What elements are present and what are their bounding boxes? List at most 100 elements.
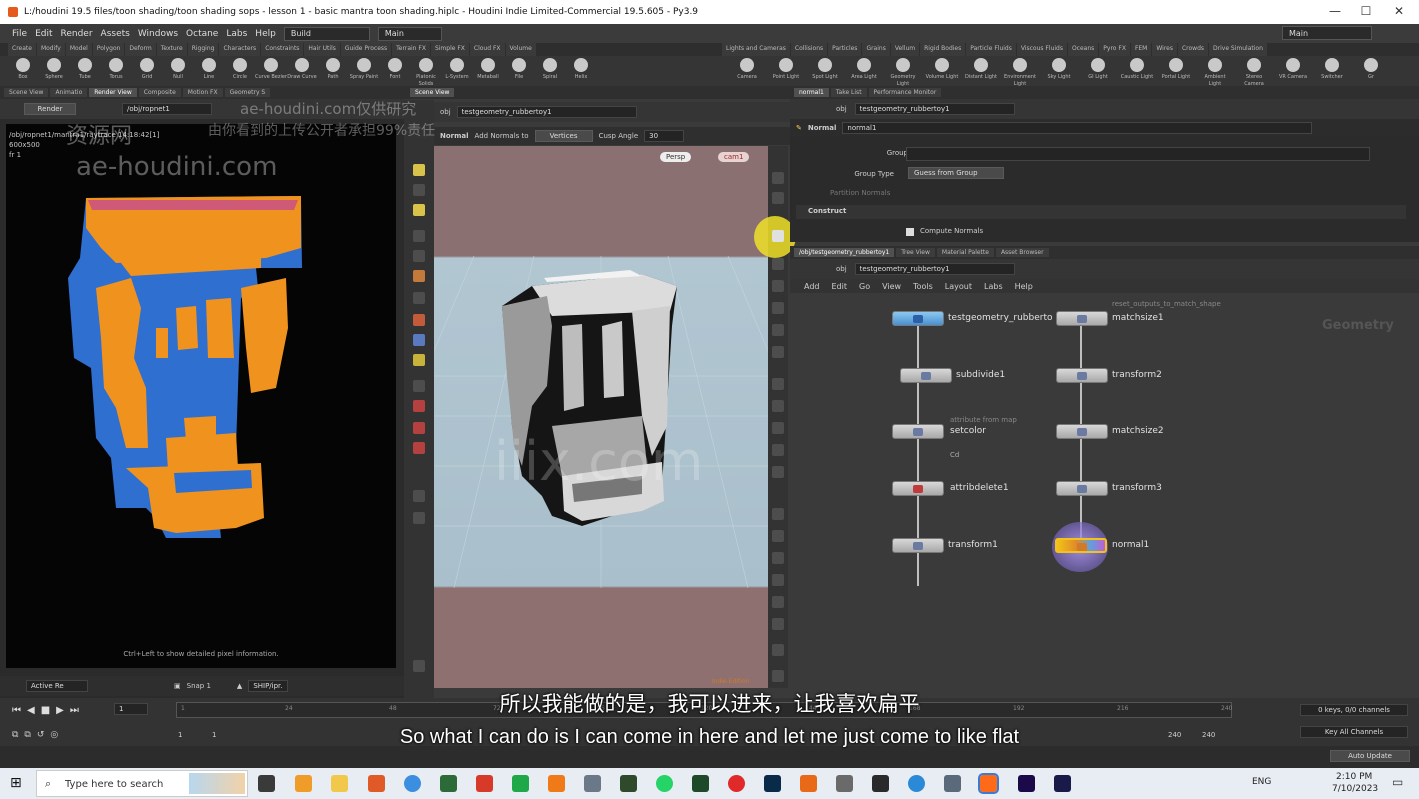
shelf-tool-tube[interactable]: Tube xyxy=(68,58,102,81)
shelf-tab-create[interactable]: Create xyxy=(8,43,36,56)
handle-icon[interactable] xyxy=(413,380,425,392)
select-tool-icon[interactable] xyxy=(413,164,425,176)
shelf-tool-distant-light[interactable]: Distant Light xyxy=(964,58,998,81)
handle-tool-icon[interactable] xyxy=(413,204,425,216)
render-button[interactable]: Render xyxy=(24,103,76,115)
shelf-tool-sphere[interactable]: Sphere xyxy=(37,58,71,81)
shelf-tool-font[interactable]: Font xyxy=(378,58,412,81)
menu-assets[interactable]: Assets xyxy=(101,29,130,39)
sphere-icon[interactable] xyxy=(772,574,784,586)
tab-take-list[interactable]: Take List xyxy=(830,88,867,97)
menu-octane[interactable]: Octane xyxy=(186,29,218,39)
chrome-icon[interactable] xyxy=(404,775,421,792)
menu-render[interactable]: Render xyxy=(61,29,93,39)
desktop-right-dropdown[interactable]: Main xyxy=(1282,26,1372,40)
shelf-tool-stereo-camera[interactable]: Stereo Camera xyxy=(1237,58,1271,86)
node-matchsize2[interactable] xyxy=(1056,424,1108,439)
shelf-tab-lights-and-cameras[interactable]: Lights and Cameras xyxy=(722,43,790,56)
info-icon[interactable] xyxy=(772,670,784,682)
fresco-icon[interactable] xyxy=(1054,775,1071,792)
net-menu-view[interactable]: View xyxy=(882,282,901,291)
vlc-icon[interactable] xyxy=(548,775,565,792)
shelf-tool-vr-camera[interactable]: VR Camera xyxy=(1276,58,1310,81)
net-menu-labs[interactable]: Labs xyxy=(984,282,1003,291)
language-indicator[interactable]: ENG xyxy=(1252,777,1271,787)
shelf-tab-guide-process[interactable]: Guide Process xyxy=(340,43,392,56)
node-testgeometry[interactable] xyxy=(892,311,944,326)
lock-icon[interactable] xyxy=(413,250,425,262)
snap-icon[interactable] xyxy=(413,354,425,366)
premiere-icon[interactable] xyxy=(1018,775,1035,792)
shelf-tab-characters[interactable]: Characters xyxy=(219,43,261,56)
shelf-tab-simple-fx[interactable]: Simple FX xyxy=(430,43,469,56)
brave-browser-icon[interactable] xyxy=(368,775,385,792)
light-icon[interactable] xyxy=(772,258,784,270)
shelf-tool-l-system[interactable]: L-System xyxy=(440,58,474,81)
whatsapp-icon[interactable] xyxy=(656,775,673,792)
shelf-tab-rigid-bodies[interactable]: Rigid Bodies xyxy=(920,43,966,56)
shelf-tool-environment-light[interactable]: Environment Light xyxy=(1003,58,1037,86)
shelf-tab-viscous-fluids[interactable]: Viscous Fluids xyxy=(1016,43,1067,56)
shelf-tool-torus[interactable]: Torus xyxy=(99,58,133,81)
task-view-icon[interactable] xyxy=(258,775,275,792)
node-transform2[interactable] xyxy=(1056,368,1108,383)
net-menu-edit[interactable]: Edit xyxy=(832,282,848,291)
shelf-tool-gr[interactable]: Gr xyxy=(1354,58,1388,81)
settings-app-icon[interactable] xyxy=(836,775,853,792)
dot-icon[interactable] xyxy=(772,378,784,390)
sa-app-icon[interactable] xyxy=(692,775,709,792)
menu-help[interactable]: Help xyxy=(255,29,276,39)
wireframe-icon[interactable] xyxy=(772,230,784,242)
normal-display-icon[interactable] xyxy=(772,346,784,358)
shelf-tool-metaball[interactable]: Metaball xyxy=(471,58,505,81)
shelf-tab-hair-utils[interactable]: Hair Utils xyxy=(304,43,340,56)
tab-scene-view[interactable]: Scene View xyxy=(4,88,49,97)
view-tool-icon[interactable] xyxy=(413,184,425,196)
shelf-tab-particles[interactable]: Particles xyxy=(828,43,862,56)
bg-icon[interactable] xyxy=(772,552,784,564)
param-node-name-field[interactable]: normal1 xyxy=(842,122,1313,134)
gear-app-icon[interactable] xyxy=(944,775,961,792)
param-geo-path[interactable]: testgeometry_rubbertoy1 xyxy=(854,103,1015,115)
shelf-tool-grid[interactable]: Grid xyxy=(130,58,164,81)
auto-update-button[interactable]: Auto Update xyxy=(1330,750,1410,762)
photoshop-icon[interactable] xyxy=(764,775,781,792)
network-geo-path[interactable]: testgeometry_rubbertoy1 xyxy=(854,263,1015,275)
tab-animation[interactable]: Animatio xyxy=(50,88,88,97)
node-transform3[interactable] xyxy=(1056,481,1108,496)
search-box[interactable]: ⌕ Type here to search xyxy=(36,770,248,797)
shelf-tool-helix[interactable]: Helix xyxy=(564,58,598,81)
scale-icon[interactable] xyxy=(772,618,784,630)
tab-geometry-spreadsheet[interactable]: Geometry S xyxy=(224,88,271,97)
viewport-obj-label[interactable]: obj xyxy=(440,108,451,116)
shelf-tool-gi-light[interactable]: GI Light xyxy=(1081,58,1115,81)
shelf-tab-volume[interactable]: Volume xyxy=(505,43,536,56)
box-icon[interactable] xyxy=(772,530,784,542)
opera-icon[interactable] xyxy=(728,775,745,792)
shelf-tab-terrain-fx[interactable]: Terrain FX xyxy=(392,43,430,56)
vector-icon[interactable] xyxy=(772,324,784,336)
shelf-tool-path[interactable]: Path xyxy=(316,58,350,81)
sculpt-icon[interactable] xyxy=(413,292,425,304)
shelf-tab-drive-simulation[interactable]: Drive Simulation xyxy=(1209,43,1267,56)
minimize-button[interactable]: — xyxy=(1320,4,1350,18)
desktop-main-dropdown[interactable]: Main xyxy=(377,26,442,41)
shelf-tool-volume-light[interactable]: Volume Light xyxy=(925,58,959,81)
shelf-tool-line[interactable]: Line xyxy=(192,58,226,81)
tab-param-normal1[interactable]: normal1 xyxy=(794,88,829,97)
lasso-icon[interactable] xyxy=(413,400,425,412)
notification-icon[interactable]: ▭ xyxy=(1392,775,1403,789)
net-menu-layout[interactable]: Layout xyxy=(945,282,972,291)
shelf-tab-model[interactable]: Model xyxy=(65,43,92,56)
maximize-button[interactable]: ☐ xyxy=(1351,4,1381,18)
shelf-tab-rigging[interactable]: Rigging xyxy=(187,43,219,56)
green-c-app-icon[interactable] xyxy=(512,775,529,792)
net-menu-go[interactable]: Go xyxy=(859,282,870,291)
pin-icon[interactable] xyxy=(772,644,784,656)
shelf-tab-wires[interactable]: Wires xyxy=(1152,43,1177,56)
shelf-tool-sky-light[interactable]: Sky Light xyxy=(1042,58,1076,81)
node-matchsize1[interactable] xyxy=(1056,311,1108,326)
shelf-tool-circle[interactable]: Circle xyxy=(223,58,257,81)
shelf-tab-vellum[interactable]: Vellum xyxy=(890,43,920,56)
normals-mode-dropdown[interactable]: Vertices xyxy=(534,130,593,142)
